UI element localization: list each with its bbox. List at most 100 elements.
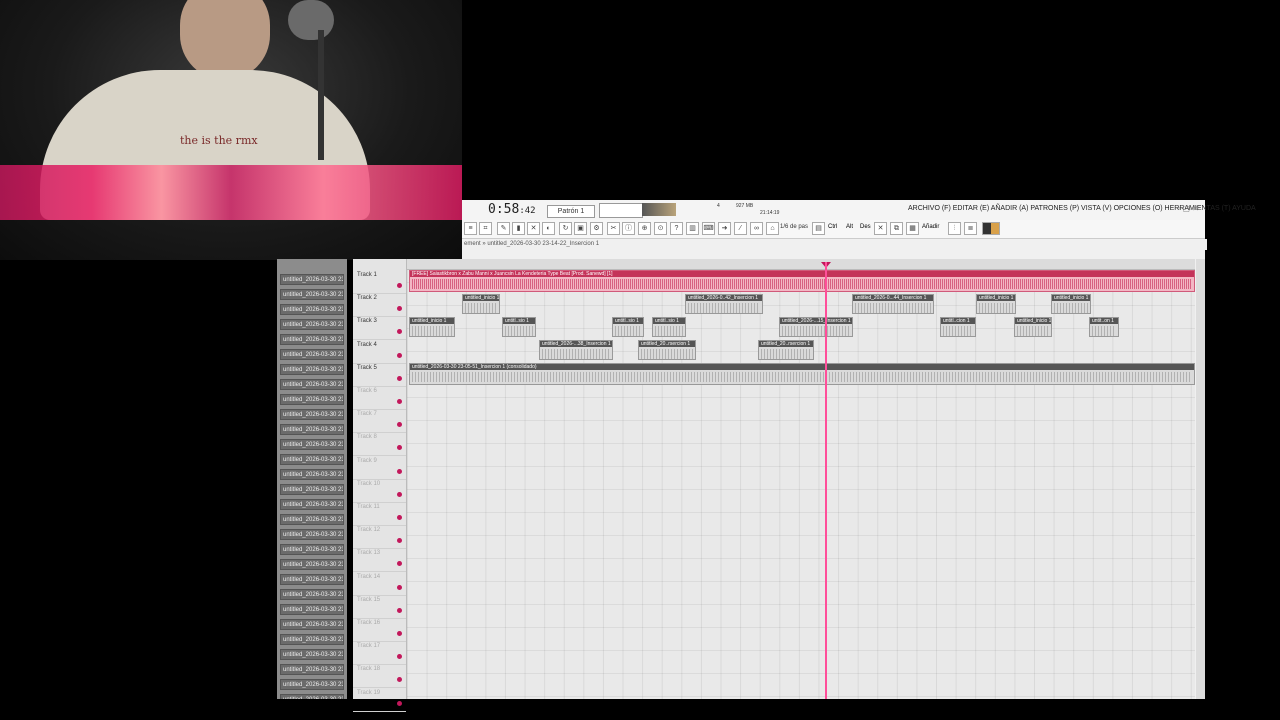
picker-item[interactable]: untitled_2026-03-30 23- <box>280 679 344 690</box>
track-header[interactable]: Track 7 <box>353 409 406 434</box>
picker-item[interactable]: untitled_2026-03-30 23- <box>280 664 344 675</box>
picker-item[interactable]: untitled_2026-03-30 23- <box>280 439 344 450</box>
zoom-icon[interactable]: ⊙ <box>654 222 667 235</box>
clip-track3-f[interactable]: untitl..cion 1 <box>940 317 976 337</box>
picker-item[interactable]: untitled_2026-03-30 23- <box>280 484 344 495</box>
picker-item[interactable]: untitled_2026-03-30 23- <box>280 694 344 699</box>
picker-item[interactable]: untitled_2026-03-30 23- <box>280 529 344 540</box>
track-header[interactable]: Track 4 <box>353 340 406 364</box>
info-icon[interactable]: ⓘ <box>622 222 635 235</box>
clip-track4-a[interactable]: untitled_2026-...38_Insercion 1 <box>539 340 613 360</box>
track-header[interactable]: Track 17 <box>353 641 406 666</box>
track-header[interactable]: Track 6 <box>353 386 406 410</box>
copy-icon[interactable]: ⧉ <box>890 222 903 235</box>
track-header[interactable]: Track 2 <box>353 293 406 318</box>
picker-item[interactable]: untitled_2026-03-30 23- <box>280 454 344 465</box>
picker-item[interactable]: untitled_2026-03-30 23- <box>280 574 344 585</box>
track-record-dot[interactable] <box>397 283 402 288</box>
clip-track2-d[interactable]: untitled_inicio 1 <box>976 294 1016 314</box>
help-icon[interactable]: ? <box>670 222 683 235</box>
track-header[interactable]: Track 10 <box>353 479 406 503</box>
picker-item[interactable]: untitled_2026-03-30 23- <box>280 604 344 615</box>
clip-track2-e[interactable]: untitled_inicio 1 <box>1051 294 1091 314</box>
picker-item[interactable]: untitled_2026-03-30 23- <box>280 274 344 285</box>
track-record-dot[interactable] <box>397 352 402 358</box>
clip-track3-e[interactable]: untitled_2026-...15_Insercion 1 <box>779 317 853 337</box>
track-record-dot[interactable] <box>397 375 402 381</box>
arrow-right-icon[interactable]: ➜ <box>718 222 731 235</box>
track-record-dot[interactable] <box>397 654 402 660</box>
track-header[interactable]: Track 9 <box>353 456 406 480</box>
snap-icon[interactable]: ⌗ <box>479 222 492 235</box>
des-label[interactable]: Des <box>860 224 871 230</box>
track-record-dot[interactable] <box>397 631 402 636</box>
track-record-dot[interactable] <box>397 329 402 335</box>
window-controls[interactable]: ▫ ▢ ✕ <box>1177 204 1199 213</box>
clip-track2-b[interactable]: untitled_2026-0..42_Insercion 1 <box>685 294 763 314</box>
picker-item[interactable]: untitled_2026-03-30 23- <box>280 379 344 390</box>
track-header[interactable]: Track 15 <box>353 595 406 619</box>
pattern-selector[interactable]: Patrón 1 <box>547 205 595 218</box>
picker-item[interactable]: untitled_2026-03-30 23- <box>280 289 344 300</box>
paste-icon[interactable]: ▦ <box>906 222 919 235</box>
track-header[interactable]: Track 5 <box>353 363 406 387</box>
close-tool-icon[interactable]: ✕ <box>874 222 887 235</box>
track-header[interactable]: Track 8 <box>353 432 406 457</box>
clip-track2-c[interactable]: untitled_2026-0...44_Insercion 1 <box>852 294 934 314</box>
track-header[interactable]: Track 16 <box>353 618 406 642</box>
list-icon[interactable]: ≣ <box>964 222 977 235</box>
clip-track4-c[interactable]: untitled_20..rsercion 1 <box>758 340 814 360</box>
clip-track3-h[interactable]: untit..on 1 <box>1089 317 1119 337</box>
cut-icon[interactable]: ✂ <box>607 222 620 235</box>
picker-item[interactable]: untitled_2026-03-30 23- <box>280 319 344 330</box>
track-header[interactable]: Track 12 <box>353 525 406 550</box>
mixer-icon[interactable]: ⚙ <box>590 222 603 235</box>
picker-item[interactable]: untitled_2026-03-30 23- <box>280 469 344 480</box>
picker-item[interactable]: untitled_2026-03-30 23- <box>280 409 344 420</box>
split-icon[interactable]: ⫶ <box>948 222 961 235</box>
clip-track3-a[interactable]: untitled_inicio 1 <box>409 317 455 337</box>
picker-item[interactable]: untitled_2026-03-30 23- <box>280 499 344 510</box>
menu-bar[interactable]: ARCHIVO (F) EDITAR (E) AÑADIR (A) PATRON… <box>908 205 1256 212</box>
timeline-ruler[interactable] <box>407 259 1195 270</box>
picker-item[interactable]: untitled_2026-03-30 23- <box>280 334 344 345</box>
picker-item[interactable]: untitled_2026-03-30 23- <box>280 634 344 645</box>
lock-icon[interactable]: ⌂ <box>766 222 779 235</box>
line-icon[interactable]: ⁄ <box>734 222 747 235</box>
track-header[interactable]: Track 3 <box>353 316 406 341</box>
track-header[interactable]: Track 19 <box>353 688 406 712</box>
paint-icon[interactable]: ▮ <box>512 222 525 235</box>
save-icon[interactable]: ▣ <box>574 222 587 235</box>
picker-item[interactable]: untitled_2026-03-30 23- <box>280 649 344 660</box>
clip-track3-g[interactable]: untitled_inicio 1 <box>1014 317 1052 337</box>
playhead[interactable] <box>825 262 827 699</box>
loop-icon[interactable]: ↻ <box>559 222 572 235</box>
picker-item[interactable]: untitled_2026-03-30 23- <box>280 619 344 630</box>
track-record-dot[interactable] <box>397 422 402 428</box>
clip-track3-d[interactable]: untitl..sio 1 <box>652 317 686 337</box>
alt-label[interactable]: Alt <box>846 224 853 230</box>
clip-track3-b[interactable]: untitl..sio 1 <box>502 317 536 337</box>
piano-icon[interactable]: ▥ <box>686 222 699 235</box>
clip-beat[interactable]: [FREE] Saiastikbron x Zabu Manni x Juanc… <box>409 270 1195 292</box>
add-label[interactable]: Añadir <box>922 224 939 230</box>
track-header[interactable]: Track 1 <box>353 270 406 294</box>
track-record-dot[interactable] <box>397 700 402 706</box>
plugin-icon[interactable]: ⊕ <box>638 222 651 235</box>
track-header[interactable]: Track 14 <box>353 572 406 596</box>
track-header[interactable]: Track 18 <box>353 664 406 689</box>
picker-item[interactable]: untitled_2026-03-30 23- <box>280 394 344 405</box>
stamp-icon[interactable]: ▤ <box>812 222 825 235</box>
ctrl-label[interactable]: Ctrl <box>828 224 837 230</box>
clip-track4-b[interactable]: untitled_20..rsercion 1 <box>638 340 696 360</box>
picker-item[interactable]: untitled_2026-03-30 23- <box>280 559 344 570</box>
track-record-dot[interactable] <box>397 677 402 683</box>
song-time[interactable]: 0:58:42 <box>488 202 536 217</box>
picker-item[interactable]: untitled_2026-03-30 23- <box>280 304 344 315</box>
vertical-scrollbar[interactable] <box>1196 259 1205 699</box>
delete-icon[interactable]: ✕ <box>527 222 540 235</box>
clip-track5-consolidated[interactable]: untitled_2026-03-30 23-05-51_Insercion 1… <box>409 363 1195 385</box>
mute-icon[interactable]: ◐ <box>542 222 555 235</box>
track-record-dot[interactable] <box>397 584 402 590</box>
draw-icon[interactable]: ✎ <box>497 222 510 235</box>
